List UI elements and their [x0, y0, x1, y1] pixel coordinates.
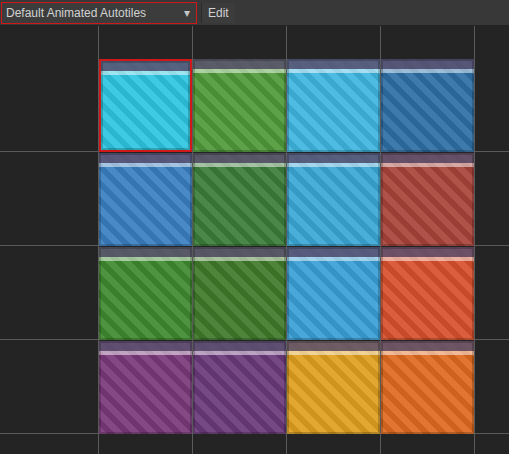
tile[interactable]: [99, 247, 192, 340]
toolbar: Default Animated Autotiles ▾ Edit: [0, 0, 509, 26]
tile-cell[interactable]: [287, 341, 380, 434]
tile[interactable]: [99, 153, 192, 246]
tile[interactable]: [99, 341, 192, 434]
tile[interactable]: [193, 247, 286, 340]
dropdown-arrow-icon: ▾: [184, 6, 190, 20]
tile[interactable]: [193, 341, 286, 434]
tile-cell[interactable]: [193, 153, 286, 246]
tile[interactable]: [381, 341, 474, 434]
tile-cell[interactable]: [99, 153, 192, 246]
tile[interactable]: [287, 153, 380, 246]
tile-cell[interactable]: [99, 341, 192, 434]
tile[interactable]: [193, 153, 286, 246]
tile-cell[interactable]: [287, 153, 380, 246]
edit-button[interactable]: Edit: [201, 3, 235, 23]
tile-cell[interactable]: [287, 247, 380, 340]
tile-cell[interactable]: [193, 59, 286, 152]
tile-grid: [99, 59, 509, 435]
tile[interactable]: [287, 59, 380, 152]
tile-cell[interactable]: [99, 59, 192, 152]
tile-palette: Default Animated Autotiles ▾ Edit: [0, 0, 509, 454]
palette-dropdown[interactable]: Default Animated Autotiles ▾: [1, 2, 197, 24]
tile-cell[interactable]: [99, 247, 192, 340]
tile-cell[interactable]: [193, 341, 286, 434]
tile[interactable]: [287, 247, 380, 340]
tile-cell[interactable]: [381, 59, 474, 152]
tile[interactable]: [287, 341, 380, 434]
tile-cell[interactable]: [381, 247, 474, 340]
tile[interactable]: [99, 59, 192, 152]
tile-cell[interactable]: [381, 341, 474, 434]
tile[interactable]: [381, 59, 474, 152]
tile-cell[interactable]: [381, 153, 474, 246]
palette-canvas[interactable]: [0, 26, 509, 454]
tile[interactable]: [193, 59, 286, 152]
tile-cell[interactable]: [287, 59, 380, 152]
tile[interactable]: [381, 247, 474, 340]
tile[interactable]: [381, 153, 474, 246]
palette-dropdown-label: Default Animated Autotiles: [6, 6, 146, 20]
tile-cell[interactable]: [193, 247, 286, 340]
